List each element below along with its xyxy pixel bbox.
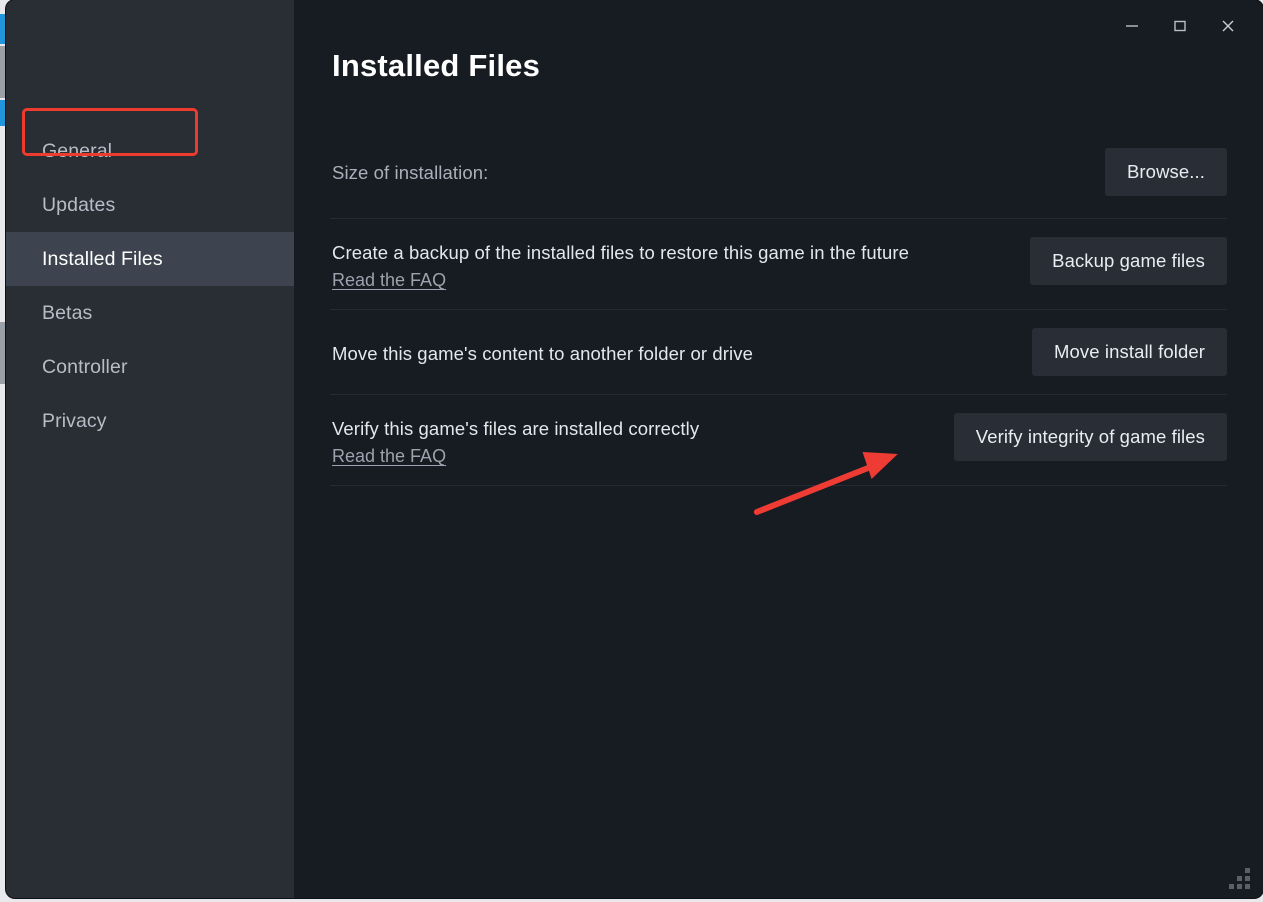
move-folder-description: Move this game's content to another fold… [332, 342, 753, 364]
maximize-button[interactable] [1157, 6, 1203, 46]
sidebar-item-updates[interactable]: Updates [6, 178, 294, 232]
sidebar-item-label: Installed Files [42, 247, 163, 270]
minimize-icon [1124, 18, 1140, 34]
verify-description: Verify this game's files are installed c… [332, 418, 700, 439]
window-controls [1109, 6, 1251, 46]
move-install-folder-button[interactable]: Move install folder [1032, 328, 1227, 376]
sidebar-item-betas[interactable]: Betas [6, 286, 294, 340]
row-text: Move this game's content to another fold… [332, 338, 753, 367]
row-text: Size of installation: [332, 160, 488, 184]
read-the-faq-link-backup[interactable]: Read the FAQ [332, 270, 446, 291]
resize-grip-icon[interactable] [1229, 867, 1254, 889]
row-action: Verify integrity of game files [953, 413, 1227, 461]
backup-description: Create a backup of the installed files t… [332, 242, 910, 263]
row-action: Move install folder [1032, 328, 1227, 376]
sidebar-item-label: Controller [42, 355, 128, 378]
sidebar-item-label: Betas [42, 301, 93, 324]
settings-content-panel: Installed Files Size of installation: Br… [294, 0, 1263, 898]
minimize-button[interactable] [1109, 6, 1155, 46]
close-icon [1220, 18, 1236, 34]
game-properties-window: General Updates Installed Files Betas Co… [6, 0, 1263, 898]
sidebar-item-installed-files[interactable]: Installed Files [6, 232, 294, 286]
backup-game-files-button[interactable]: Backup game files [1030, 237, 1227, 285]
read-the-faq-link-verify[interactable]: Read the FAQ [332, 446, 446, 467]
page-title: Installed Files [332, 48, 541, 83]
row-size-of-installation: Size of installation: Browse... [330, 126, 1227, 219]
sidebar-item-controller[interactable]: Controller [6, 340, 294, 394]
row-backup-game-files: Create a backup of the installed files t… [330, 219, 1227, 310]
verify-integrity-button[interactable]: Verify integrity of game files [953, 413, 1227, 461]
row-verify-integrity: Verify this game's files are installed c… [330, 395, 1227, 486]
row-action: Backup game files [1030, 237, 1227, 285]
sidebar-item-label: Updates [42, 193, 116, 216]
sidebar-item-general[interactable]: General [6, 124, 294, 178]
sidebar-item-privacy[interactable]: Privacy [6, 394, 294, 448]
row-action: Browse... [1104, 148, 1227, 196]
browse-button[interactable]: Browse... [1104, 148, 1227, 196]
maximize-icon [1172, 18, 1188, 34]
sidebar-item-label: Privacy [42, 409, 107, 432]
sidebar-item-label: General [42, 139, 113, 162]
settings-sidebar: General Updates Installed Files Betas Co… [6, 0, 294, 898]
row-text: Create a backup of the installed files t… [332, 237, 909, 291]
row-text: Verify this game's files are installed c… [332, 413, 699, 467]
size-of-installation-label: Size of installation: [332, 162, 489, 183]
row-move-install-folder: Move this game's content to another fold… [330, 310, 1227, 395]
close-button[interactable] [1205, 6, 1251, 46]
